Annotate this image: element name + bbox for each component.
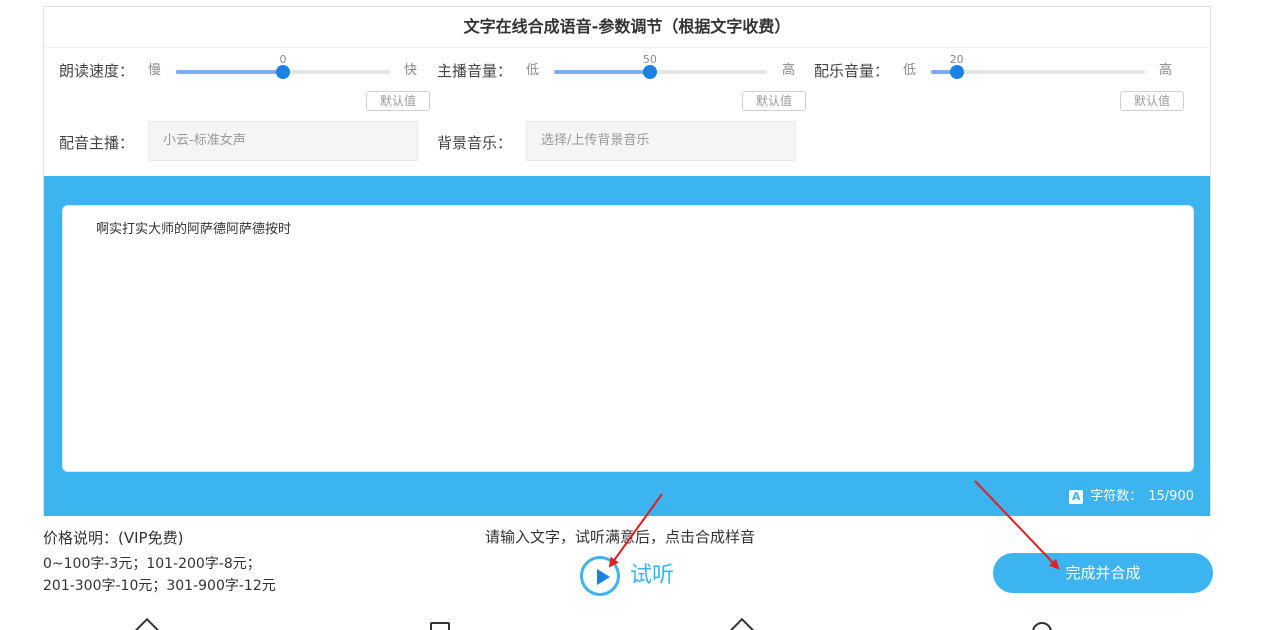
speed-default-button[interactable]: 默认值 (366, 91, 430, 111)
pricing-title: 价格说明：(VIP免费) (43, 529, 184, 547)
pricing-line-2: 201-300字-10元；301-900字-12元 (43, 578, 276, 594)
tts-panel: 文字在线合成语音-参数调节（根据文字收费） 朗读速度： 慢 0 快 默认值 主播… (43, 6, 1211, 516)
page-title: 文字在线合成语音-参数调节（根据文字收费） (44, 7, 1210, 48)
circle-icon[interactable] (1029, 618, 1055, 630)
music-volume-default-button[interactable]: 默认值 (1120, 91, 1184, 111)
music-volume-max-label: 高 (1159, 63, 1173, 78)
bgm-label: 背景音乐： (437, 134, 513, 152)
editor-area: 啊实打实大师的阿萨德阿萨德按时 A 字符数： 15/900 (44, 176, 1210, 516)
bottom-nav (0, 618, 1270, 630)
text-input-content: 啊实打实大师的阿萨德阿萨德按时 (96, 222, 292, 237)
music-volume-slider[interactable]: 20 (931, 54, 1145, 79)
play-icon[interactable] (580, 556, 620, 596)
voice-select[interactable]: 小云-标准女声 (148, 121, 418, 161)
music-volume-min-label: 低 (903, 63, 917, 78)
bgm-select[interactable]: 选择/上传背景音乐 (526, 121, 796, 161)
pricing-line-1: 0~100字-3元；101-200字-8元； (43, 556, 261, 572)
text-input[interactable]: 啊实打实大师的阿萨德阿萨德按时 (62, 205, 1194, 472)
tag-icon[interactable] (729, 618, 755, 630)
document-icon[interactable] (427, 618, 453, 630)
voice-label: 配音主播： (59, 134, 135, 152)
music-volume-slider-knob[interactable] (949, 65, 964, 79)
synthesize-button[interactable]: 完成并合成 (993, 553, 1213, 593)
char-counter: A 字符数： 15/900 (1069, 489, 1194, 505)
text-icon: A (1069, 490, 1084, 504)
pricing-info: 价格说明：(VIP免费) 0~100字-3元；101-200字-8元； 201-… (43, 527, 276, 597)
char-counter-value: 15/900 (1148, 489, 1194, 504)
listen-label: 试听 (630, 563, 675, 588)
usage-hint: 请输入文字，试听满意后，点击合成样音 (485, 528, 756, 546)
music-volume-value: 20 (949, 53, 964, 66)
host-volume-default-button[interactable]: 默认值 (742, 91, 806, 111)
listen-button[interactable]: 试听 (580, 553, 674, 599)
home-icon[interactable] (134, 618, 160, 630)
char-counter-label: 字符数： (1090, 489, 1143, 504)
